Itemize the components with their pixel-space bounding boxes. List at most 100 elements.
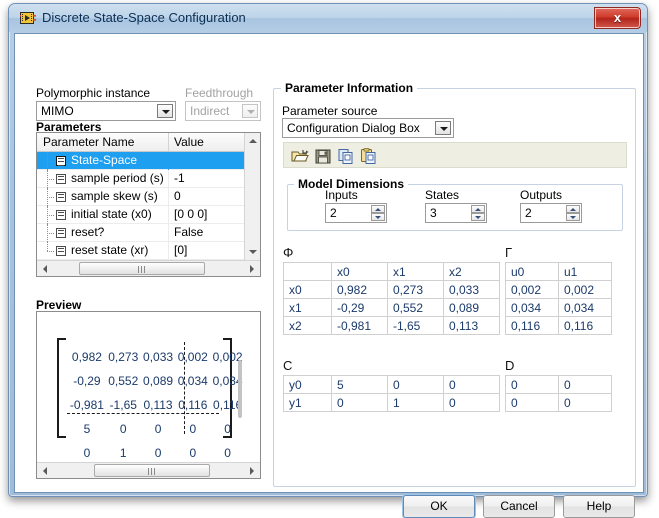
- parameters-vertical-scrollbar[interactable]: [244, 133, 260, 260]
- gamma-cell[interactable]: 0,002: [558, 280, 612, 299]
- scroll-up-icon[interactable]: [245, 133, 260, 149]
- table-row[interactable]: sample period (s) -1: [37, 170, 245, 188]
- c-cell[interactable]: 5: [331, 375, 388, 394]
- gamma-table[interactable]: u0 u1 0,002 0,002 0,034 0,034 0,116 0,11…: [505, 262, 612, 335]
- parameter-value: [0]: [174, 243, 188, 257]
- phi-row: x2 -0,981 -1,65 0,113: [283, 316, 500, 335]
- table-row[interactable]: reset? False: [37, 224, 245, 242]
- scroll-left-icon[interactable]: [37, 463, 53, 478]
- c-row-header: y0: [283, 375, 332, 394]
- d-cell[interactable]: 0: [558, 393, 612, 412]
- table-row[interactable]: State-Space: [37, 152, 245, 170]
- parameters-tree[interactable]: Parameter Name Value State-Space sample …: [36, 132, 261, 277]
- scroll-down-icon[interactable]: [245, 244, 260, 260]
- cancel-button[interactable]: Cancel: [483, 495, 555, 518]
- tree-node-icon[interactable]: [56, 174, 66, 184]
- c-cell[interactable]: 0: [331, 393, 388, 412]
- ok-button[interactable]: OK: [403, 495, 475, 518]
- preview-cell: 5: [83, 422, 91, 436]
- states-stepper[interactable]: 3: [425, 203, 487, 223]
- stepper-down-icon[interactable]: [566, 213, 580, 221]
- states-label: States: [425, 188, 460, 202]
- phi-cell[interactable]: 0,273: [387, 280, 444, 299]
- phi-col-header: x2: [443, 262, 500, 281]
- c-cell[interactable]: 0: [443, 375, 500, 394]
- inputs-stepper[interactable]: 2: [325, 203, 387, 223]
- outputs-value: 2: [525, 206, 532, 220]
- stepper-up-icon[interactable]: [371, 205, 385, 213]
- phi-cell[interactable]: -0,29: [331, 298, 388, 317]
- desktop-background: Discrete State-Space Configuration x Pol…: [0, 0, 659, 518]
- preview-cell: 0: [83, 446, 91, 460]
- phi-cell[interactable]: 0,033: [443, 280, 500, 299]
- stepper-down-icon[interactable]: [371, 213, 385, 221]
- d-cell[interactable]: 0: [505, 393, 559, 412]
- polymorphic-instance-combo[interactable]: MIMO: [36, 101, 176, 121]
- c-row: y1 0 1 0: [283, 393, 500, 412]
- labview-vi-icon: [20, 10, 36, 26]
- c-cell[interactable]: 0: [387, 375, 444, 394]
- chevron-down-icon[interactable]: [435, 121, 451, 135]
- matrix-toolbar: [283, 142, 627, 168]
- preview-cell: 0: [224, 422, 231, 436]
- table-row[interactable]: reset state (xr) [0]: [37, 242, 245, 260]
- gamma-header-row: u0 u1: [505, 262, 612, 281]
- preview-horizontal-scrollbar[interactable]: [37, 462, 260, 478]
- phi-cell[interactable]: 0,089: [443, 298, 500, 317]
- c-cell[interactable]: 0: [443, 393, 500, 412]
- dialog-client-area: Polymorphic instance MIMO Feedthrough In…: [14, 33, 644, 518]
- stepper-down-icon[interactable]: [471, 213, 485, 221]
- preview-panel[interactable]: 0,982 0,273 0,033 0,002 0,002 -0,29 0,55…: [36, 311, 261, 479]
- tree-node-icon[interactable]: [56, 246, 66, 256]
- phi-cell[interactable]: 0,552: [387, 298, 444, 317]
- tree-node-icon[interactable]: [56, 192, 66, 202]
- chevron-down-icon[interactable]: [157, 104, 173, 118]
- parameter-source-value: Configuration Dialog Box: [287, 121, 420, 135]
- tree-node-icon[interactable]: [56, 228, 66, 238]
- phi-col-header: x0: [331, 262, 388, 281]
- gamma-cell[interactable]: 0,034: [558, 298, 612, 317]
- open-icon[interactable]: [291, 147, 309, 165]
- parameter-source-combo[interactable]: Configuration Dialog Box: [282, 118, 454, 138]
- d-row: 0 0: [505, 375, 612, 394]
- phi-table[interactable]: x0 x1 x2 x0 0,982 0,273 0,033 x1 -0,29 0…: [283, 262, 500, 335]
- save-icon[interactable]: [314, 147, 332, 165]
- phi-cell[interactable]: 0,113: [443, 316, 500, 335]
- title-bar[interactable]: Discrete State-Space Configuration x: [9, 4, 647, 32]
- close-button[interactable]: x: [594, 7, 641, 29]
- phi-col-header: x1: [387, 262, 444, 281]
- feedthrough-label: Feedthrough: [185, 86, 254, 100]
- d-cell[interactable]: 0: [505, 375, 559, 394]
- table-row[interactable]: sample skew (s) 0: [37, 188, 245, 206]
- scroll-left-icon[interactable]: [37, 261, 53, 276]
- help-button[interactable]: Help: [563, 495, 635, 518]
- d-cell[interactable]: 0: [558, 375, 612, 394]
- d-table[interactable]: 0 0 0 0: [505, 375, 612, 412]
- tree-node-icon[interactable]: [56, 210, 66, 220]
- scroll-thumb[interactable]: [79, 262, 205, 275]
- copy-icon[interactable]: [337, 147, 355, 165]
- phi-cell[interactable]: -0,981: [331, 316, 388, 335]
- gamma-cell[interactable]: 0,116: [505, 316, 559, 335]
- gamma-cell[interactable]: 0,116: [558, 316, 612, 335]
- preview-cell: 0,982: [71, 350, 102, 364]
- parameters-horizontal-scrollbar[interactable]: [37, 260, 260, 276]
- inputs-label: Inputs: [325, 188, 358, 202]
- gamma-cell[interactable]: 0,034: [505, 298, 559, 317]
- gamma-cell[interactable]: 0,002: [505, 280, 559, 299]
- scroll-right-icon[interactable]: [244, 463, 260, 478]
- scroll-right-icon[interactable]: [244, 261, 260, 276]
- phi-cell[interactable]: -1,65: [387, 316, 444, 335]
- paste-icon[interactable]: [360, 147, 378, 165]
- outputs-stepper[interactable]: 2: [520, 203, 582, 223]
- phi-cell[interactable]: 0,982: [331, 280, 388, 299]
- tree-node-icon[interactable]: [56, 156, 66, 166]
- scroll-thumb[interactable]: [94, 464, 210, 477]
- preview-cell: 0: [189, 422, 197, 436]
- c-table[interactable]: y0 5 0 0 y1 0 1 0: [283, 375, 500, 412]
- stepper-up-icon[interactable]: [566, 205, 580, 213]
- stepper-up-icon[interactable]: [471, 205, 485, 213]
- table-row[interactable]: initial state (x0) [0 0 0]: [37, 206, 245, 224]
- polymorphic-instance-label: Polymorphic instance: [36, 86, 151, 100]
- c-cell[interactable]: 1: [387, 393, 444, 412]
